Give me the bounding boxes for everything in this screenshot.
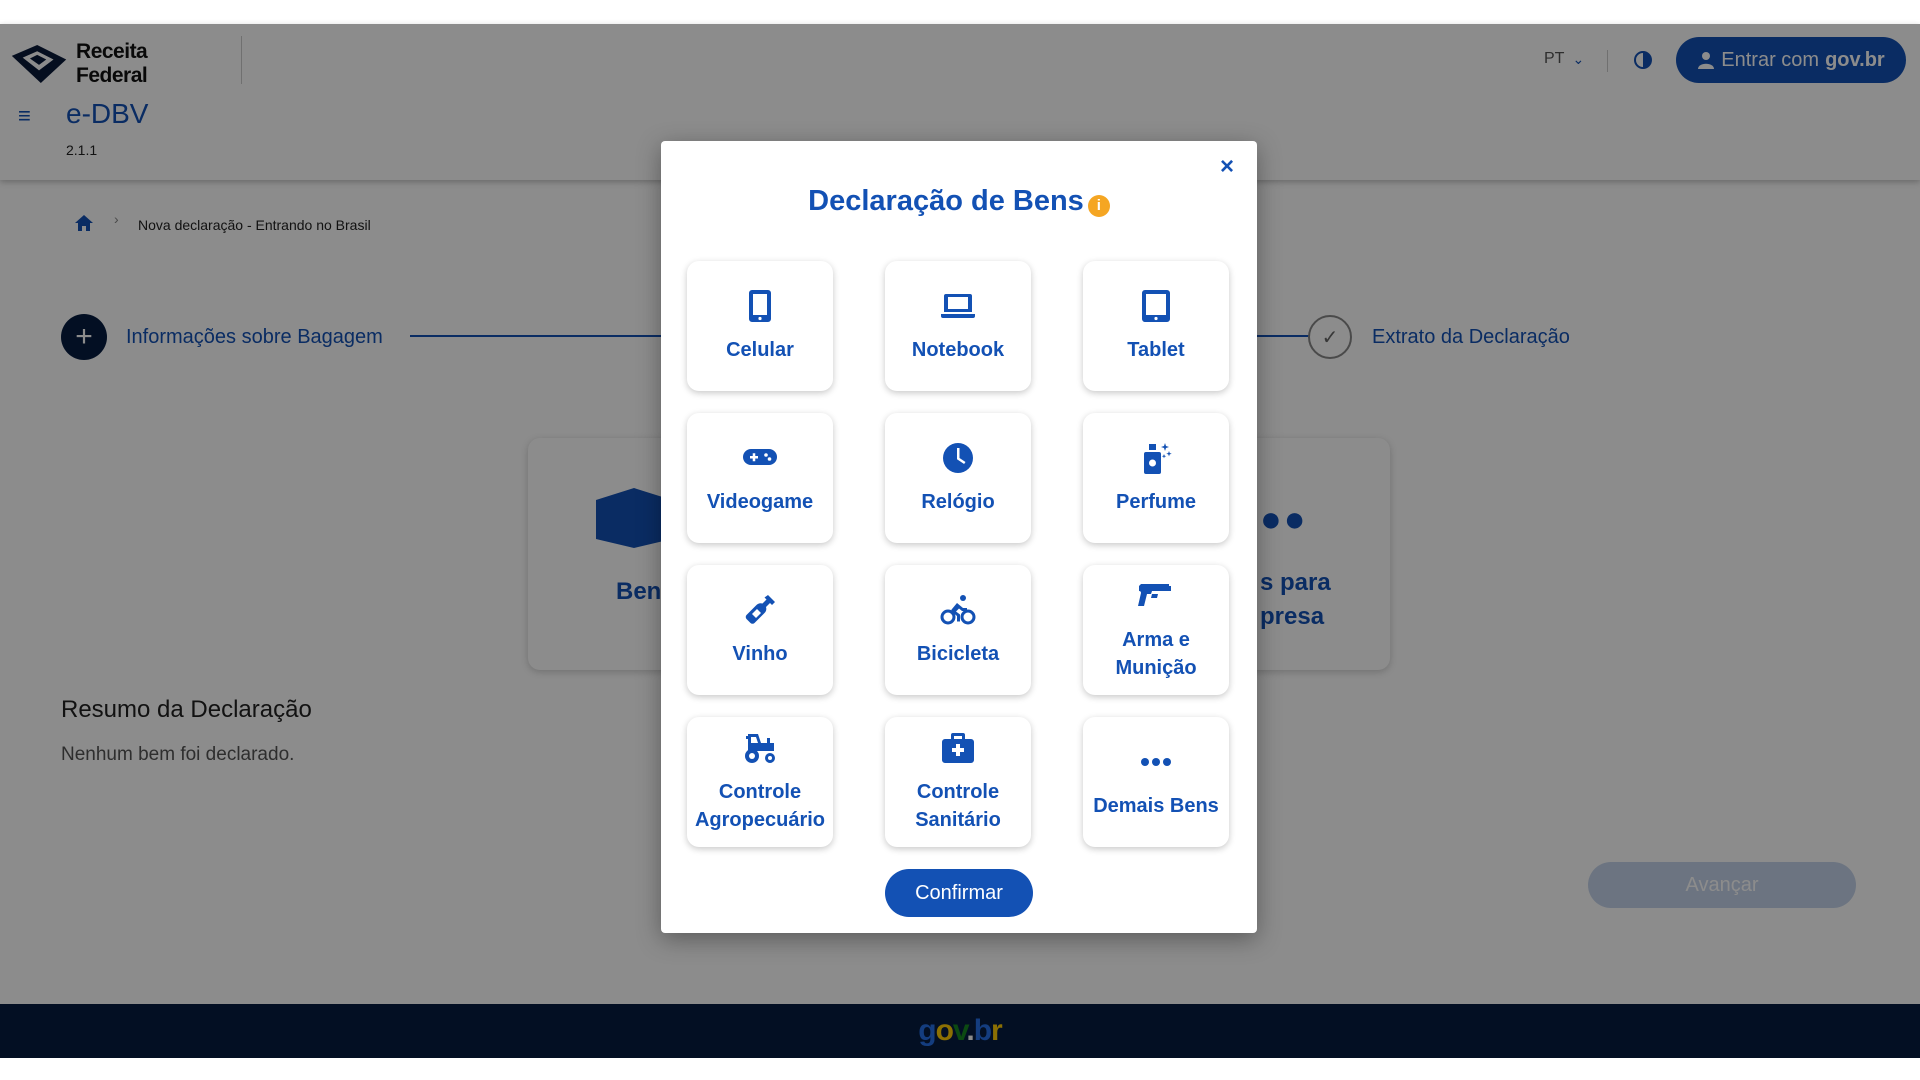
tablet-icon <box>1142 290 1170 322</box>
perfume-icon <box>1144 443 1172 474</box>
item-label: Vinho <box>732 643 788 665</box>
goods-grid: Celular Notebook Tablet Videogame Relógi… <box>687 261 1231 847</box>
item-label: Videogame <box>706 491 814 513</box>
item-celular[interactable]: Celular <box>687 261 833 391</box>
item-label: Bicicleta <box>916 643 1000 665</box>
gamepad-icon <box>743 449 777 465</box>
item-relogio[interactable]: Relógio <box>885 413 1031 543</box>
info-icon[interactable]: i <box>1087 194 1110 217</box>
wine-bottle-icon <box>745 595 775 624</box>
item-controle-sanitario[interactable]: Controle Sanitário <box>885 717 1031 847</box>
confirm-button[interactable]: Confirmar <box>885 869 1033 917</box>
medical-kit-icon <box>942 733 974 763</box>
laptop-icon <box>941 294 975 318</box>
item-label: Controle Sanitário <box>915 781 1001 831</box>
item-label: Celular <box>726 339 794 361</box>
ellipsis-icon <box>1141 758 1171 766</box>
item-label: Tablet <box>1127 339 1185 361</box>
bicycle-icon <box>940 595 976 625</box>
mobile-icon <box>749 290 771 322</box>
declaracao-bens-modal: × Declaração de Bens i Celular Notebook T… <box>661 141 1257 933</box>
tractor-icon <box>745 734 775 763</box>
item-label: Demais Bens <box>1093 795 1219 817</box>
item-label: Perfume <box>1115 491 1197 513</box>
item-label: Arma e Munição <box>1115 629 1197 679</box>
item-label: Controle Agropecuário <box>694 781 826 831</box>
clock-icon <box>943 443 973 473</box>
item-controle-agropecuario[interactable]: Controle Agropecuário <box>687 717 833 847</box>
item-bicicleta[interactable]: Bicicleta <box>885 565 1031 695</box>
modal-title: Declaração de Bens <box>808 185 1084 217</box>
item-vinho[interactable]: Vinho <box>687 565 833 695</box>
item-label: Notebook <box>911 339 1005 361</box>
item-tablet[interactable]: Tablet <box>1083 261 1229 391</box>
item-arma[interactable]: Arma e Munição <box>1083 565 1229 695</box>
item-notebook[interactable]: Notebook <box>885 261 1031 391</box>
item-videogame[interactable]: Videogame <box>687 413 833 543</box>
item-perfume[interactable]: Perfume <box>1083 413 1229 543</box>
gun-icon <box>1138 584 1171 606</box>
item-demais-bens[interactable]: Demais Bens <box>1083 717 1229 847</box>
close-icon[interactable]: × <box>1215 155 1239 179</box>
modal-title-wrap: Declaração de Bens i <box>661 185 1257 218</box>
item-label: Relógio <box>921 491 995 513</box>
